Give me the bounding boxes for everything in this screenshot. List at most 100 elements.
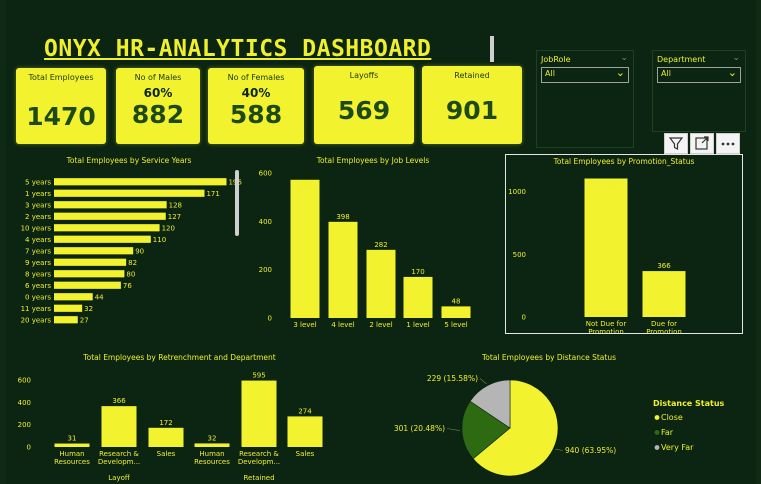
data-label: 32 [84, 305, 93, 313]
bar [148, 427, 184, 447]
dropdown-value: All [661, 69, 671, 78]
x-tick-label: Due for [651, 320, 677, 328]
service-years-svg: 5 years1961 years1713 years1282 years127… [21, 170, 242, 324]
kpi-value: 1470 [26, 102, 96, 131]
jobrole-dropdown[interactable]: All ⌄ [541, 66, 629, 83]
chart-promotion-status[interactable]: Total Employees by Promotion_Status 0 500… [505, 154, 743, 334]
data-label: 76 [123, 282, 132, 290]
kpi-value: 569 [337, 96, 391, 125]
y-tick-label: 10 years [21, 224, 52, 232]
x-tick-label: 1 level [406, 321, 429, 329]
y-tick-label: 5 years [25, 178, 51, 186]
distance-svg: 940 (63.95%) 301 (20.48%) 229 (15.58%) Dist… [394, 374, 725, 477]
promotion-svg: 050010001104Not Due forPromotion366Due f… [508, 178, 686, 333]
kpi-card-retained[interactable]: Retained 901 [422, 66, 522, 144]
slicer-jobrole: JobRole ⌄ All ⌄ [536, 50, 634, 148]
data-label: 171 [206, 190, 219, 198]
chart-service-years[interactable]: Total Employees by Service Years 5 years… [16, 154, 242, 335]
chart-retrenchment-department[interactable]: Total Employees by Retrenchment and Depa… [14, 351, 345, 484]
x-tick-label: Developm... [238, 458, 280, 466]
kpi-card-males[interactable]: No of Males 60% 882 [116, 68, 200, 144]
bar [194, 443, 230, 447]
data-label: 274 [298, 407, 312, 415]
expand-icon[interactable] [690, 133, 714, 154]
data-label: 27 [80, 316, 89, 324]
y-tick-label: 0 [27, 444, 31, 452]
kpi-card-layoffs[interactable]: Layoffs 569 [314, 66, 414, 144]
job-levels-svg: 0 200 400 600 572 3 level 398 4 level 282 2 level… [259, 170, 471, 329]
y-tick-label: 1 years [25, 190, 51, 198]
slicer-label: Department [657, 55, 706, 64]
x-tick-label: Sales [157, 450, 176, 458]
bar [366, 249, 396, 318]
data-label: 940 (63.95%) [565, 446, 616, 455]
bar [54, 304, 83, 312]
x-tick-label: Human [59, 450, 84, 458]
data-label: 172 [159, 419, 172, 427]
kpi-percentage: 60% [143, 86, 173, 100]
bar [54, 224, 160, 232]
leader-line [446, 428, 461, 431]
bar [54, 247, 134, 255]
slicer-department: Department ⌄ All ⌄ [652, 50, 746, 132]
data-label: 301 (20.48%) [394, 424, 445, 433]
kpi-percentage: 40% [241, 86, 271, 100]
slicer-label: JobRole [541, 55, 571, 64]
bar [54, 235, 151, 243]
data-label: 595 [252, 372, 265, 380]
bar [54, 212, 166, 220]
y-tick-label: 3 years [25, 201, 51, 209]
bar [642, 271, 686, 317]
y-tick-label: 600 [18, 377, 31, 385]
leader-line [479, 378, 487, 385]
x-tick-label: Research & [239, 450, 279, 458]
legend-marker [654, 445, 660, 450]
legend-entry: Close [661, 413, 683, 422]
data-label: 128 [169, 201, 182, 209]
kpi-label: Layoffs [349, 71, 379, 80]
y-tick-label: 7 years [25, 247, 51, 255]
data-label: 1104 [597, 181, 615, 189]
retrenchment-svg: 020040060031HumanResources366Research &D… [18, 372, 323, 482]
kpi-value: 901 [445, 96, 499, 125]
filter-icon[interactable] [664, 133, 688, 154]
data-label: 229 (15.58%) [427, 374, 478, 383]
x-tick-label: 5 level [444, 321, 467, 329]
kpi-label: Total Employees [28, 73, 94, 82]
kpi-card-total-employees[interactable]: Total Employees 1470 [16, 68, 106, 144]
more-options-icon[interactable] [716, 133, 740, 154]
chevron-down-icon[interactable]: ⌄ [732, 53, 740, 63]
legend-marker [654, 430, 660, 435]
department-dropdown[interactable]: All ⌄ [657, 66, 741, 83]
kpi-card-females[interactable]: No of Females 40% 588 [208, 68, 304, 144]
data-label: 282 [374, 241, 387, 249]
bar [54, 293, 93, 301]
data-label: 120 [162, 224, 175, 232]
y-tick-label: 0 [268, 315, 272, 323]
data-label: 31 [68, 435, 77, 443]
data-label: 44 [95, 293, 104, 301]
dashboard-canvas: ONYX HR-ANALYTICS DASHBOARD Total Employ… [0, 0, 761, 484]
data-label: 32 [208, 434, 217, 442]
chevron-down-icon: ⌄ [727, 66, 737, 79]
chart-distance-status[interactable]: Total Employees by Distance Status 940 (… [362, 351, 736, 484]
kpi-value: 588 [229, 100, 283, 129]
y-tick-label: 0 years [25, 293, 51, 301]
x-tick-label: Sales [296, 450, 315, 458]
bar [54, 443, 90, 447]
y-tick-label: 400 [18, 399, 31, 407]
x-tick-label: Human [199, 450, 224, 458]
bar [290, 179, 320, 318]
chevron-down-icon: ⌄ [615, 66, 625, 79]
x-tick-label: Developm... [98, 458, 140, 466]
y-tick-label: 400 [259, 218, 272, 226]
x-tick-label: Promotion [588, 328, 624, 333]
data-label: 572 [298, 183, 311, 191]
chart-job-levels[interactable]: Total Employees by Job Levels 0 200 400 600… [256, 154, 490, 335]
x-tick-label: 4 level [331, 321, 354, 329]
bar [54, 258, 127, 266]
data-label: 127 [168, 213, 181, 221]
chevron-down-icon[interactable]: ⌄ [620, 53, 628, 63]
kpi-label: No of Females [227, 73, 285, 82]
bar [584, 178, 628, 317]
